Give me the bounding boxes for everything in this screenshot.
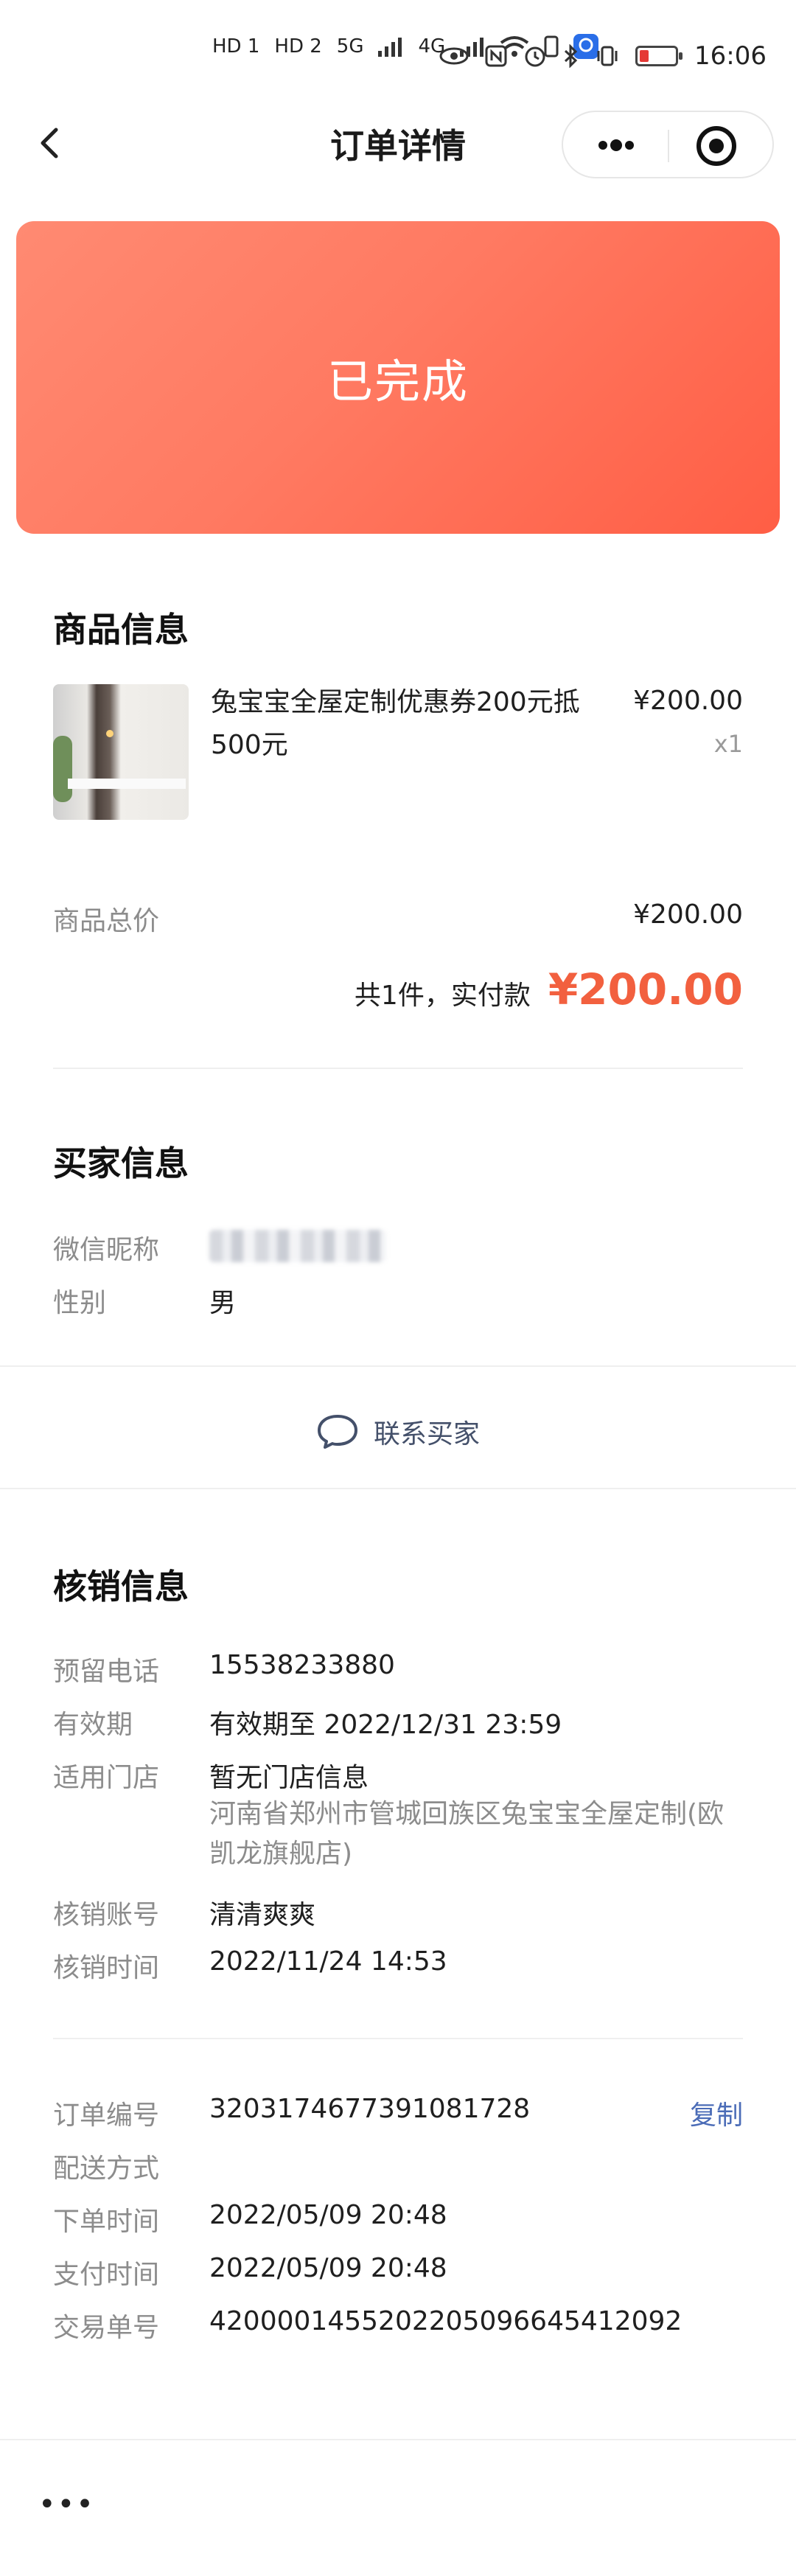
navigation-bar: 订单详情 bbox=[0, 103, 796, 184]
verify-section-title: 核销信息 bbox=[53, 1567, 189, 1606]
alarm-icon bbox=[525, 46, 545, 67]
transaction-number-label: 交易单号 bbox=[53, 2313, 160, 2343]
battery-icon bbox=[635, 46, 683, 66]
store-address: 河南省郑州市管城回族区兔宝宝全屋定制(欧凯龙旗舰店) bbox=[209, 1799, 725, 1869]
buyer-section-title: 买家信息 bbox=[53, 1143, 189, 1183]
verify-time-label: 核销时间 bbox=[53, 1953, 160, 1983]
nfc-icon bbox=[485, 45, 507, 67]
nickname-label: 微信昵称 bbox=[53, 1235, 160, 1265]
contact-buyer-button[interactable]: 联系买家 bbox=[0, 1376, 796, 1488]
validity-label: 有效期 bbox=[53, 1710, 133, 1740]
paid-summary-text: 共1件，实付款 bbox=[354, 981, 531, 1011]
bottom-action-bar: ••• bbox=[0, 2439, 796, 2576]
gender-value: 男 bbox=[209, 1288, 237, 1318]
hd2-label: HD 2 bbox=[274, 35, 322, 58]
contact-buyer-label: 联系买家 bbox=[373, 1419, 480, 1449]
product-section-title: 商品信息 bbox=[53, 610, 189, 650]
product-price: ¥200.00 bbox=[633, 686, 743, 716]
divider bbox=[0, 1365, 796, 1367]
order-status-card: 已完成 bbox=[16, 221, 780, 534]
verify-account-value: 清清爽爽 bbox=[209, 1900, 316, 1930]
order-time-value: 2022/05/09 20:48 bbox=[209, 2200, 447, 2230]
more-actions-button[interactable]: ••• bbox=[38, 2488, 95, 2521]
product-name[interactable]: 兔宝宝全屋定制优惠券200元抵500元 bbox=[211, 681, 594, 767]
order-time-label: 下单时间 bbox=[53, 2207, 160, 2237]
nickname-blurred-value bbox=[209, 1230, 386, 1262]
delivery-method-label: 配送方式 bbox=[53, 2154, 160, 2184]
store-label: 适用门店 bbox=[53, 1763, 160, 1793]
product-quantity: x1 bbox=[713, 730, 743, 758]
order-number-value: 3203174677391081728 bbox=[209, 2094, 531, 2124]
eye-icon bbox=[439, 47, 469, 65]
more-menu-button[interactable] bbox=[590, 127, 643, 164]
bluetooth-icon bbox=[564, 44, 578, 68]
validity-value: 有效期至 2022/12/31 23:59 bbox=[209, 1710, 562, 1740]
transaction-number-value: 4200001455202205096645412092 bbox=[209, 2306, 682, 2336]
signal-icon bbox=[378, 38, 402, 57]
total-price-label: 商品总价 bbox=[53, 906, 160, 936]
network-5g-label: 5G bbox=[336, 35, 364, 58]
mini-program-capsule bbox=[562, 111, 774, 178]
vibrate-icon bbox=[597, 46, 618, 66]
paid-summary: 共1件，实付款 ¥200.00 bbox=[355, 964, 743, 1014]
order-number-label: 订单编号 bbox=[53, 2100, 160, 2131]
store-value: 暂无门店信息 bbox=[209, 1763, 369, 1793]
status-icons-right: 16:06 bbox=[439, 41, 767, 71]
capsule-separator bbox=[668, 130, 669, 162]
verify-account-label: 核销账号 bbox=[53, 1900, 160, 1930]
paid-amount: ¥200.00 bbox=[548, 964, 743, 1014]
more-dots-icon bbox=[598, 139, 634, 151]
target-icon bbox=[696, 126, 736, 166]
gender-label: 性别 bbox=[53, 1288, 107, 1318]
divider bbox=[53, 1068, 743, 1069]
verify-time-value: 2022/11/24 14:53 bbox=[209, 1946, 447, 1977]
reserved-phone-label: 预留电话 bbox=[53, 1657, 160, 1687]
reserved-phone-value: 15538233880 bbox=[209, 1650, 395, 1680]
order-status-text: 已完成 bbox=[327, 355, 469, 408]
divider bbox=[53, 2038, 743, 2039]
payment-time-label: 支付时间 bbox=[53, 2260, 160, 2290]
copy-order-number-button[interactable]: 复制 bbox=[690, 2094, 743, 2132]
chat-bubble-icon bbox=[317, 1415, 357, 1449]
total-price-value: ¥200.00 bbox=[633, 899, 743, 930]
divider bbox=[0, 1488, 796, 1489]
status-bar: HD 1 HD 2 5G 4G 16:06 bbox=[0, 0, 796, 103]
hd1-label: HD 1 bbox=[212, 35, 260, 58]
close-program-button[interactable] bbox=[694, 124, 739, 168]
status-time: 16:06 bbox=[694, 41, 767, 71]
product-image[interactable] bbox=[53, 684, 189, 820]
payment-time-value: 2022/05/09 20:48 bbox=[209, 2253, 447, 2283]
